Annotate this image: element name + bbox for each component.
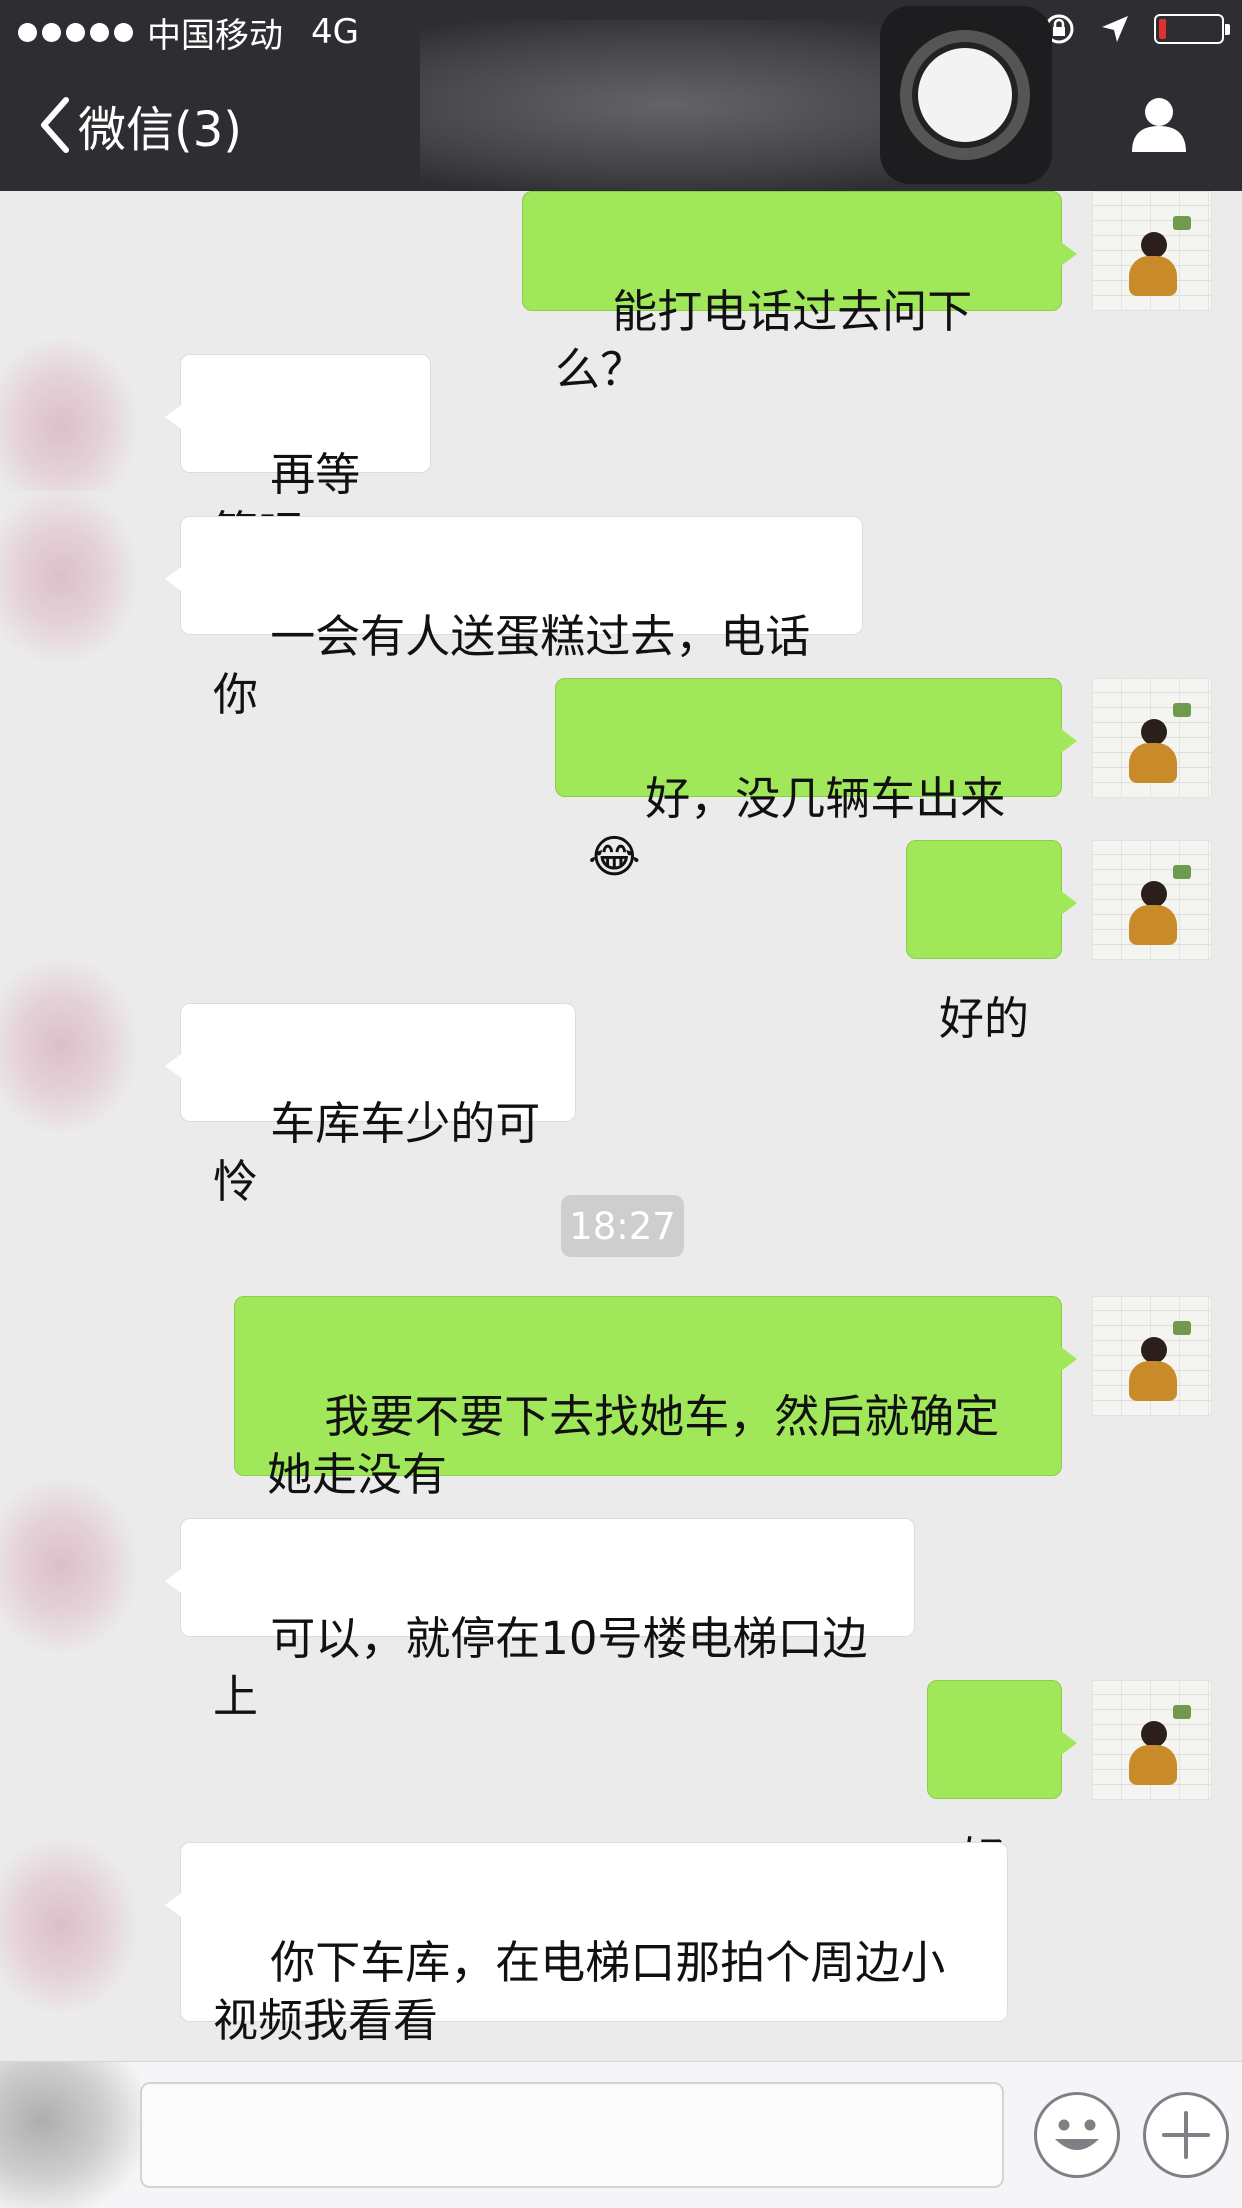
status-bar-left: 中国移动 4G (18, 10, 359, 56)
message-text: 能打电话过去问下么？ (555, 285, 973, 396)
message-bubble-sent[interactable]: 好 (927, 1680, 1077, 1885)
chevron-left-icon (41, 97, 69, 153)
message-text: 我要不要下去找她车，然后就确定她走没有 (267, 1390, 1000, 1501)
contact-avatar[interactable] (0, 1841, 135, 2011)
smiley-icon (1055, 2119, 1099, 2150)
back-label: 微信(3) (78, 102, 242, 158)
my-avatar[interactable] (1092, 1680, 1212, 1800)
carrier-label: 中国移动 (147, 15, 283, 56)
plus-icon (1162, 2111, 1210, 2159)
more-button[interactable] (1143, 2092, 1229, 2178)
contact-avatar[interactable] (0, 491, 135, 661)
location-arrow-icon (1102, 16, 1128, 42)
message-bubble-sent[interactable]: 好的 (906, 840, 1077, 1045)
message-bubble-received[interactable]: 再等等吧 (165, 354, 431, 559)
message-bubble-sent[interactable]: 好，没几辆车出来😂 (555, 678, 1077, 883)
message-bubble-received[interactable]: 一会有人送蛋糕过去，电话你 (165, 516, 863, 721)
contact-avatar[interactable] (0, 1481, 135, 1651)
battery-level (1159, 19, 1166, 39)
contact-avatar[interactable] (0, 341, 135, 511)
emoji-button[interactable] (1034, 2092, 1120, 2178)
message-bubble-received[interactable]: 可以，就停在10号楼电梯口边上 (165, 1518, 915, 1723)
message-bubble-sent[interactable]: 我要不要下去找她车，然后就确定她走没有 (234, 1296, 1077, 1501)
message-input[interactable] (140, 2082, 1004, 2188)
back-button[interactable]: 微信(3) (38, 90, 242, 160)
voice-toggle-button[interactable] (0, 2062, 140, 2208)
my-avatar[interactable] (1092, 1296, 1212, 1416)
chat-area[interactable]: 能打电话过去问下么？ 再等等吧 一会有人送蛋糕过去，电话你 好，没几辆车出来😂 … (0, 191, 1242, 2061)
message-bubble-sent[interactable]: 能打电话过去问下么？ (522, 191, 1077, 396)
message-text: 可以，就停在10号楼电梯口边上 (213, 1612, 868, 1723)
my-avatar[interactable] (1092, 191, 1212, 311)
timestamp: 18:27 (561, 1195, 684, 1257)
contact-avatar[interactable] (0, 961, 135, 1131)
my-avatar[interactable] (1092, 678, 1212, 798)
message-text: 好的 (939, 992, 1030, 1045)
input-bar (0, 2061, 1242, 2208)
network-label: 4G (311, 12, 359, 52)
person-icon (1132, 98, 1186, 152)
message-bubble-received[interactable]: 车库车少的可怜 (165, 1003, 576, 1208)
top-bar: 中国移动 4G 微信(3) (0, 0, 1242, 191)
message-text: 车库车少的可怜 (213, 1097, 541, 1208)
signal-strength-icon (18, 22, 133, 42)
message-text: 你下车库，在电梯口那拍个周边小视频我看看 (213, 1936, 946, 2047)
status-bar-right (1042, 12, 1230, 46)
assistive-touch-button[interactable] (880, 6, 1052, 184)
chat-info-button[interactable] (1130, 96, 1188, 156)
battery-icon (1154, 14, 1230, 44)
my-avatar[interactable] (1092, 840, 1212, 960)
message-bubble-received[interactable]: 你下车库，在电梯口那拍个周边小视频我看看 (165, 1842, 1008, 2047)
